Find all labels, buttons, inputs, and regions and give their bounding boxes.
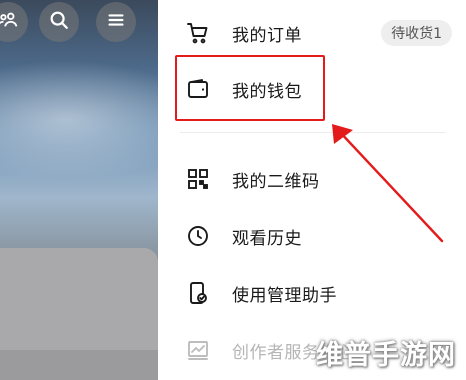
search-icon [48,9,70,35]
side-drawer: 我的订单 待收货1 我的钱包 我的二维码 观看历史 使用管理助手 创作者服务中心 [158,0,466,380]
menu-item-qrcode[interactable]: 我的二维码 [186,164,320,194]
chart-icon [186,338,210,362]
background-card-strip [0,350,158,380]
menu-icon [105,9,127,35]
menu-item-manager[interactable]: 使用管理助手 [186,278,337,308]
clock-icon [186,224,210,248]
friends-button[interactable] [0,2,28,42]
menu-label-qrcode: 我的二维码 [232,171,320,192]
orders-status-badge: 待收货1 [381,20,452,46]
menu-button[interactable] [96,2,136,42]
menu-item-history[interactable]: 观看历史 [186,221,302,251]
background-haze [0,60,158,180]
wallet-highlight-box [175,55,325,121]
menu-divider [180,132,446,133]
menu-label-orders: 我的订单 [232,25,302,46]
friends-icon [0,9,19,35]
menu-item-orders[interactable]: 我的订单 [186,18,302,48]
phone-shield-icon [186,281,210,305]
cart-icon [186,21,210,45]
search-button[interactable] [39,2,79,42]
qrcode-icon [186,167,210,191]
background-app-panel [0,0,158,380]
background-card [0,248,158,380]
menu-label-history: 观看历史 [232,228,302,249]
menu-label-manager: 使用管理助手 [232,285,337,306]
watermark-text: 维普手游网 [316,340,456,371]
